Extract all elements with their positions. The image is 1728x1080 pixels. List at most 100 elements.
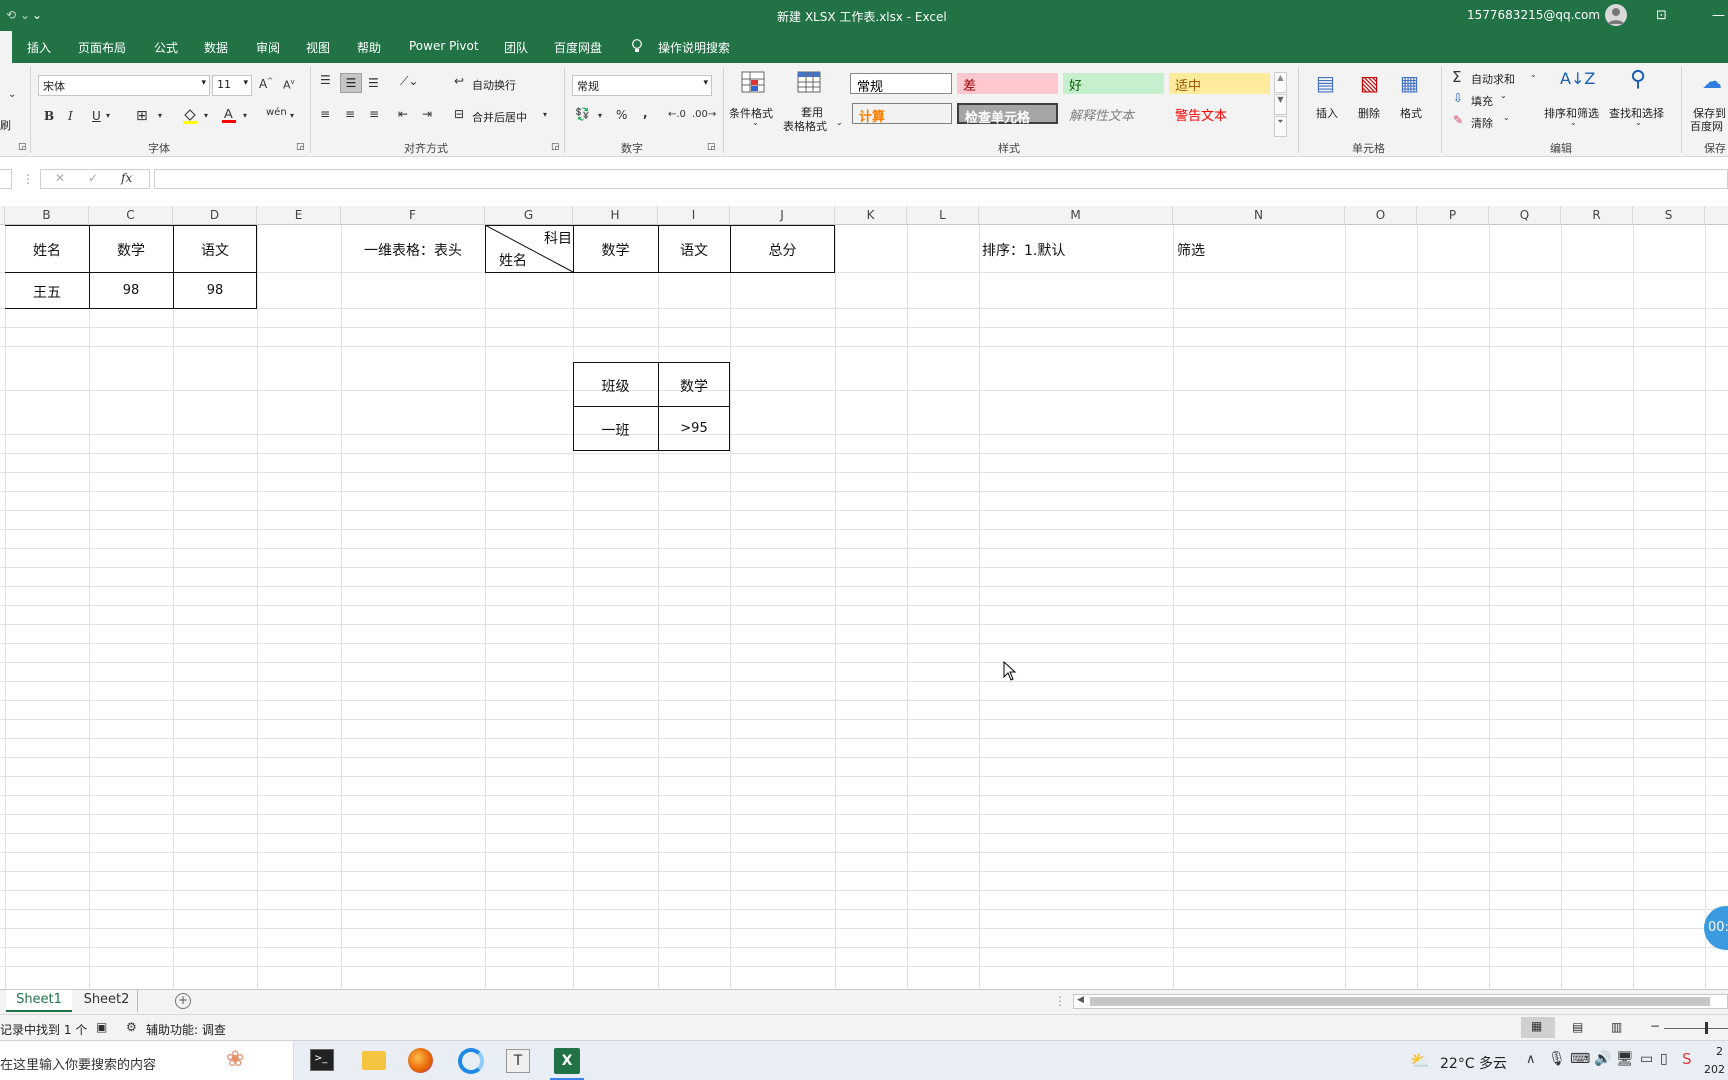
format-cells-button[interactable]: 格式	[1400, 105, 1422, 121]
format-as-table-icon[interactable]	[797, 71, 823, 95]
account-email[interactable]: 1577683215@qq.com	[1467, 8, 1600, 22]
terminal-icon[interactable]: >_	[310, 1049, 334, 1071]
baidu-cloud-icon[interactable]: ☁	[1702, 69, 1722, 93]
bold-icon[interactable]: B	[44, 109, 54, 123]
clock-time[interactable]: 2	[1716, 1045, 1723, 1058]
cell-d2[interactable]: 98	[173, 283, 257, 298]
delete-cells-icon[interactable]: ▧	[1360, 71, 1379, 95]
clear-button[interactable]: 清除	[1471, 115, 1493, 131]
cell-h1[interactable]: 数学	[573, 240, 658, 260]
sheet-tab-sheet2[interactable]: Sheet2	[76, 990, 138, 1012]
accessibility-status[interactable]: 辅助功能: 调查	[146, 1021, 226, 1038]
cell-c2[interactable]: 98	[89, 283, 173, 298]
align-left-icon[interactable]: ≡	[320, 107, 330, 121]
clock-date[interactable]: 202	[1704, 1063, 1725, 1076]
tab-baidu-netdisk[interactable]: 百度网盘	[554, 39, 602, 56]
tab-help[interactable]: 帮助	[357, 39, 381, 56]
chevron-down-icon[interactable]: ⌄	[836, 118, 843, 127]
conditional-format-button[interactable]: 条件格式	[729, 105, 773, 121]
tab-page-layout[interactable]: 页面布局	[78, 39, 126, 56]
styles-scroll-up-icon[interactable]: ▲	[1274, 72, 1287, 93]
column-header-s[interactable]: S	[1633, 206, 1705, 225]
worksheet-grid[interactable]: B C D E F G H I J K L M N O P Q R S 姓名 数…	[0, 206, 1728, 989]
format-painter-partial[interactable]: 刷	[0, 117, 11, 133]
align-right-icon[interactable]: ≡	[369, 107, 379, 121]
style-explanatory[interactable]: 解释性文本	[1063, 103, 1164, 124]
undo-icon[interactable]: ⟲ ⌄	[6, 8, 30, 22]
cell-g1-top[interactable]: 科目	[536, 228, 572, 248]
microphone-icon[interactable]: 🎙	[1548, 1051, 1566, 1067]
style-calculation[interactable]: 计算	[852, 103, 952, 125]
style-normal[interactable]: 常规	[850, 73, 952, 95]
borders-icon[interactable]: ⊞	[136, 108, 148, 124]
cell-d1[interactable]: 语文	[173, 240, 257, 260]
fill-button[interactable]: 填充	[1471, 93, 1493, 109]
file-explorer-icon[interactable]	[362, 1051, 386, 1070]
scroll-left-icon[interactable]: ◀	[1077, 995, 1084, 1005]
delete-cells-button[interactable]: 删除	[1358, 105, 1380, 121]
firefox-icon[interactable]	[408, 1048, 433, 1073]
ime-icon[interactable]: ⌨	[1570, 1051, 1590, 1067]
formula-bar-splitter-icon[interactable]: ⋮	[22, 172, 34, 186]
column-header-m[interactable]: M	[979, 206, 1173, 225]
column-header-j[interactable]: J	[730, 206, 835, 225]
style-good[interactable]: 好	[1063, 73, 1164, 94]
underline-icon[interactable]: U	[92, 109, 101, 123]
add-sheet-icon[interactable]: +	[175, 993, 191, 1009]
column-header-e[interactable]: E	[257, 206, 341, 225]
formula-input[interactable]	[154, 169, 1728, 189]
volume-icon[interactable]: 🔊	[1594, 1051, 1611, 1067]
font-launcher-icon[interactable]: ◲	[296, 142, 305, 152]
format-cells-icon[interactable]: ▦	[1400, 71, 1419, 95]
alignment-launcher-icon[interactable]: ◲	[551, 142, 560, 152]
chevron-down-icon[interactable]: ▾	[543, 110, 547, 119]
zoom-slider[interactable]	[1664, 1028, 1728, 1029]
orientation-icon[interactable]: ⟋⌄	[400, 74, 418, 89]
column-header-b[interactable]: B	[5, 206, 89, 225]
tab-splitter-icon[interactable]: ⋮	[1054, 994, 1066, 1008]
cell-h4[interactable]: 班级	[573, 376, 658, 396]
cell-m1[interactable]: 排序：1.默认	[982, 240, 1065, 260]
monitor-icon[interactable]: ▭	[1640, 1051, 1653, 1067]
text-editor-icon[interactable]: T	[506, 1049, 530, 1073]
app-circle-icon[interactable]	[458, 1048, 484, 1074]
column-header-r[interactable]: R	[1561, 206, 1633, 225]
enter-icon[interactable]: ✓	[88, 171, 98, 185]
save-baidu-label-2[interactable]: 百度网	[1690, 118, 1723, 134]
chevron-down-icon[interactable]: ⌄	[1500, 91, 1507, 100]
cell-i4[interactable]: 数学	[658, 376, 730, 396]
chevron-down-icon[interactable]: ▾	[158, 111, 162, 120]
column-header-l[interactable]: L	[907, 206, 979, 225]
styles-scroll-down-icon[interactable]: ▼	[1274, 94, 1287, 115]
scrollbar-thumb[interactable]	[1090, 997, 1710, 1006]
chevron-down-icon[interactable]: ▾	[204, 111, 208, 120]
column-header-i[interactable]: I	[658, 206, 730, 225]
wrap-text-button[interactable]: 自动换行	[472, 77, 516, 93]
font-size-select[interactable]: 11 ▾	[212, 75, 252, 96]
decrease-font-icon[interactable]: Av	[283, 78, 295, 92]
increase-decimal-icon[interactable]: ←.0	[668, 109, 686, 120]
sort-filter-icon[interactable]: A↓Z	[1560, 69, 1595, 88]
chevron-down-icon[interactable]: ⌄	[752, 118, 759, 127]
cell-n1[interactable]: 筛选	[1177, 240, 1205, 260]
italic-icon[interactable]: I	[68, 109, 73, 123]
style-check-cell[interactable]: 检查单元格	[957, 103, 1058, 126]
percent-icon[interactable]: %	[616, 108, 627, 122]
column-header-k[interactable]: K	[835, 206, 907, 225]
cell-h5[interactable]: 一班	[573, 420, 658, 440]
decrease-indent-icon[interactable]: ⇤	[398, 107, 408, 121]
sheet-tab-sheet1[interactable]: Sheet1	[6, 990, 72, 1012]
cell-i5[interactable]: >95	[658, 421, 730, 436]
fill-color-icon[interactable]	[182, 107, 198, 125]
fill-down-icon[interactable]: ⇩	[1453, 91, 1463, 105]
format-as-table-label-2[interactable]: 表格格式	[783, 118, 827, 134]
customize-qat-icon[interactable]: ⌄	[32, 8, 42, 22]
sigma-icon[interactable]: Σ	[1452, 68, 1461, 86]
tab-team[interactable]: 团队	[504, 39, 528, 56]
insert-cells-button[interactable]: 插入	[1316, 105, 1338, 121]
font-name-select[interactable]: 宋体 ▾	[38, 75, 210, 96]
column-header-o[interactable]: O	[1345, 206, 1417, 225]
app-tray-icon[interactable]: S	[1682, 1050, 1692, 1068]
page-layout-view-icon[interactable]: ▤	[1572, 1020, 1583, 1034]
column-header-g[interactable]: G	[485, 206, 573, 225]
